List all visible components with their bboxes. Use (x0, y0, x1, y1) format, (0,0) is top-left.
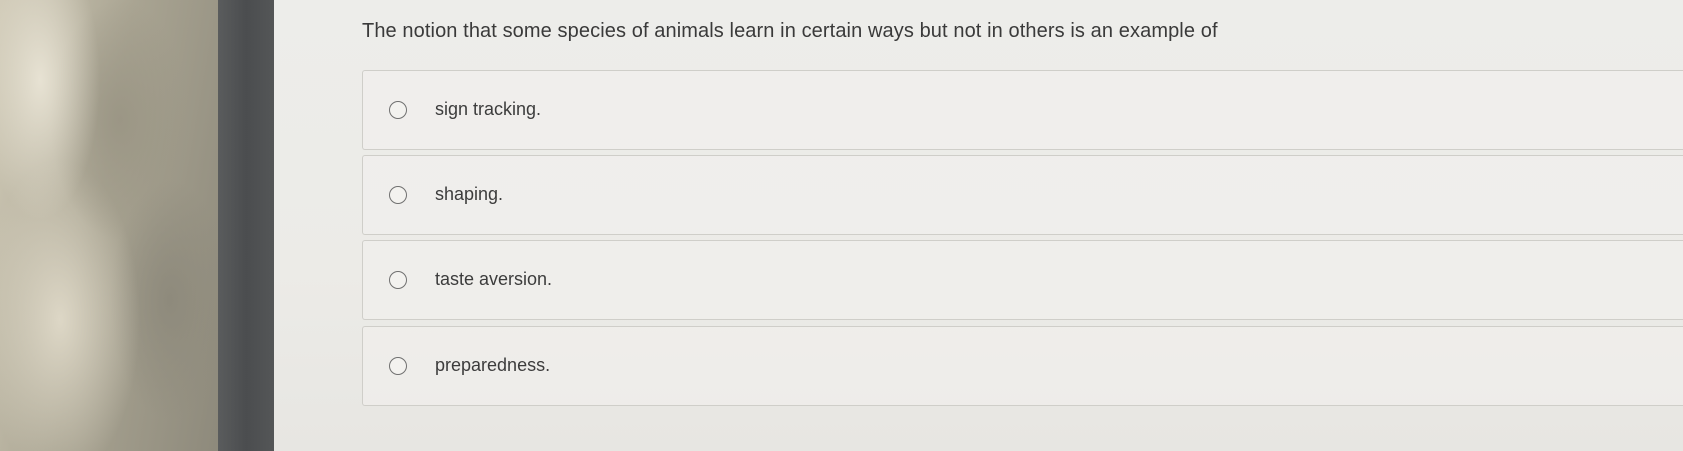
option-label: shaping. (435, 184, 504, 204)
option-label: sign tracking. (435, 99, 542, 119)
question-text: The notion that some species of animals … (362, 20, 1218, 42)
answer-option-taste-aversion[interactable]: taste aversion. (362, 240, 1683, 320)
background-photo-area (0, 0, 222, 451)
quiz-screen: The notion that some species of animals … (274, 0, 1683, 451)
option-label: preparedness. (435, 355, 551, 375)
radio-button[interactable] (389, 186, 407, 204)
radio-button[interactable] (389, 357, 407, 375)
radio-button[interactable] (389, 271, 407, 289)
answer-option-preparedness[interactable]: preparedness. (362, 326, 1683, 406)
radio-button[interactable] (389, 101, 407, 119)
photo-frame: The notion that some species of animals … (0, 0, 1683, 451)
answer-option-shaping[interactable]: shaping. (362, 155, 1683, 235)
option-label: taste aversion. (435, 269, 553, 289)
answer-option-sign-tracking[interactable]: sign tracking. (362, 70, 1683, 150)
monitor-bezel (218, 0, 274, 451)
